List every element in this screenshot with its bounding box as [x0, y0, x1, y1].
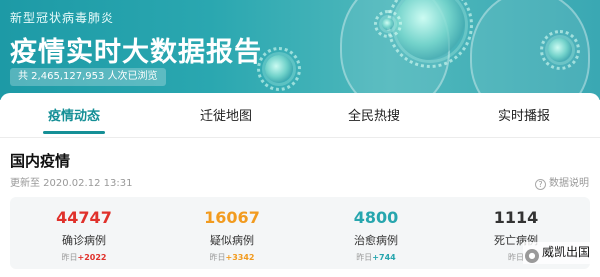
stat-delta: 昨日+3342	[209, 253, 255, 262]
stat-delta-value: +2022	[77, 253, 107, 262]
virus-icon	[540, 30, 580, 70]
stat-value: 4800	[353, 208, 399, 227]
update-timestamp: 更新至 2020.02.12 13:31	[10, 178, 133, 189]
stat-confirmed: 44747 确诊病例 昨日+2022	[14, 197, 154, 263]
stat-delta: 昨日+2022	[61, 253, 107, 262]
tab-hot-search[interactable]: 全民热搜	[314, 93, 434, 138]
stat-delta: 昨日+744	[356, 253, 396, 262]
wechat-icon: ●	[524, 249, 539, 263]
tab-migration-map[interactable]: 迁徙地图	[166, 93, 286, 138]
question-icon: ?	[535, 179, 546, 190]
stat-value: 44747	[56, 208, 112, 227]
page-title: 疫情实时大数据报告	[10, 37, 262, 68]
stat-label: 治愈病例	[354, 234, 398, 247]
data-help-link[interactable]: ? 数据说明	[535, 174, 589, 190]
stat-suspected: 16067 疑似病例 昨日+3342	[162, 197, 302, 263]
stat-delta-value: +3342	[225, 253, 255, 262]
stat-label: 确诊病例	[62, 234, 106, 247]
tab-bar: 疫情动态 迁徙地图 全民热搜 实时播报	[0, 93, 600, 138]
view-count-badge: 共 2,465,127,953 人次已浏览	[10, 68, 166, 86]
section-title: 国内疫情	[10, 152, 71, 170]
virus-icon	[257, 47, 301, 91]
watermark: ● 威凯出国	[522, 242, 592, 264]
header-subtitle: 新型冠状病毒肺炎	[10, 11, 115, 25]
header-banner: 新型冠状病毒肺炎 疫情实时大数据报告 共 2,465,127,953 人次已浏览	[0, 0, 600, 100]
virus-icon	[387, 0, 473, 68]
stat-value: 16067	[204, 208, 260, 227]
stat-delta-value: +744	[372, 253, 396, 262]
stat-cured: 4800 治愈病例 昨日+744	[306, 197, 446, 263]
watermark-text: 威凯出国	[541, 245, 590, 259]
stat-label: 疑似病例	[210, 234, 254, 247]
data-help-label: 数据说明	[549, 178, 589, 189]
stats-panel: 44747 确诊病例 昨日+2022 16067 疑似病例 昨日+3342 48…	[10, 197, 590, 269]
virus-icon	[374, 10, 402, 38]
tab-live-broadcast[interactable]: 实时播报	[464, 93, 584, 138]
active-tab-indicator	[43, 131, 105, 134]
content-card: 疫情动态 迁徙地图 全民热搜 实时播报 国内疫情 更新至 2020.02.12 …	[0, 93, 600, 277]
stat-value: 1114	[493, 208, 539, 227]
